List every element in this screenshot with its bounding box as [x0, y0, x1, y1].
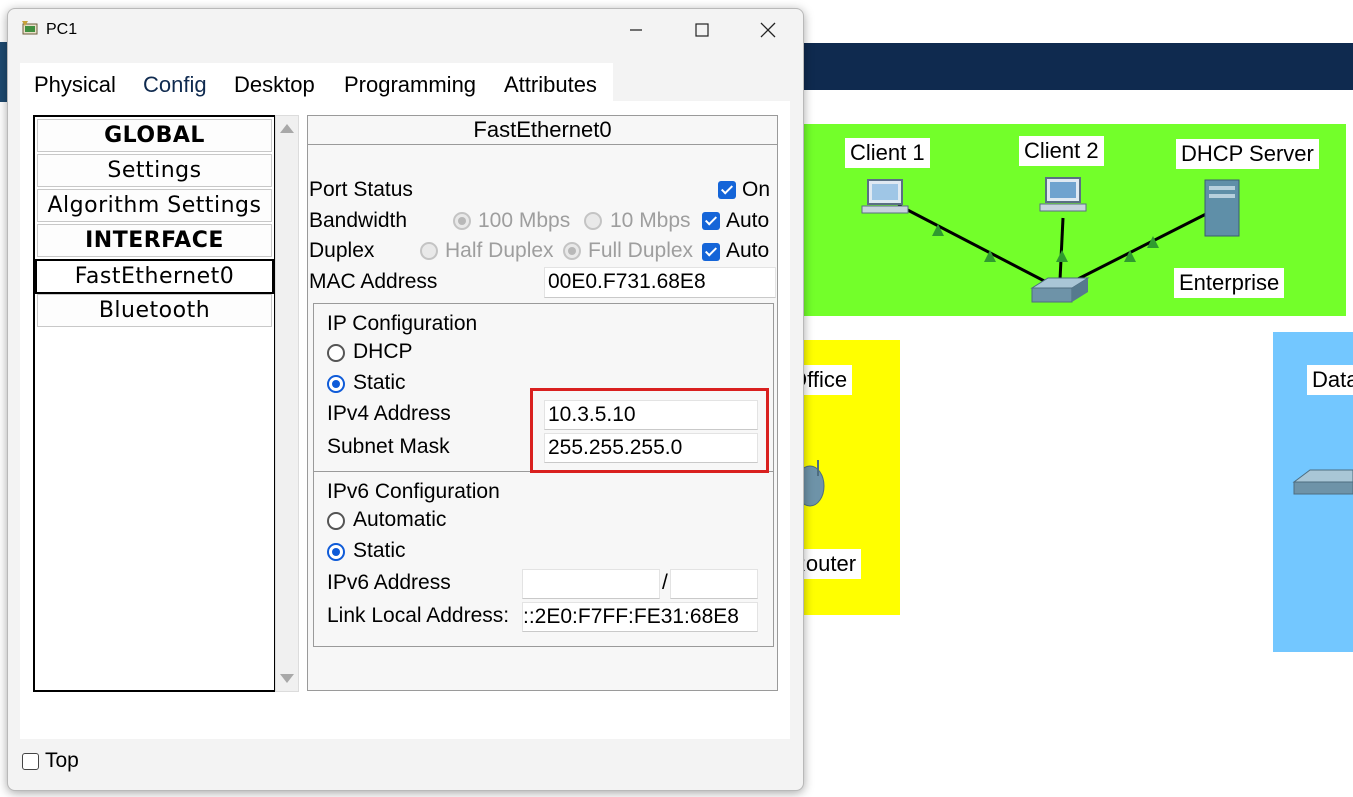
- port-on-checkbox[interactable]: [718, 181, 736, 199]
- bandwidth-10-label: 10 Mbps: [610, 209, 691, 232]
- menu-item-fastethernet0[interactable]: FastEthernet0: [35, 259, 274, 294]
- ipv6-config-title: IPv6 Configuration: [327, 480, 500, 503]
- pc-app-icon: [22, 21, 38, 35]
- dhcp-label: DHCP: [353, 340, 413, 363]
- interface-title: FastEthernet0: [308, 116, 777, 145]
- full-duplex-radio[interactable]: [563, 242, 581, 260]
- pc1-window: PC1 Physical Config Desktop Programming …: [7, 8, 804, 791]
- pc-icon[interactable]: [861, 179, 909, 214]
- ipv4-static-label: Static: [353, 371, 406, 394]
- maximize-button[interactable]: [679, 15, 725, 45]
- menu-scrollbar[interactable]: [275, 115, 299, 692]
- full-duplex-label: Full Duplex: [588, 239, 694, 262]
- minimize-icon: [630, 29, 642, 31]
- link-client1-switch: [897, 203, 1053, 287]
- bandwidth-100-label: 100 Mbps: [478, 209, 571, 232]
- title-bar[interactable]: PC1: [8, 9, 803, 51]
- config-menu: GLOBAL Settings Algorithm Settings INTER…: [33, 115, 276, 692]
- menu-item-settings[interactable]: Settings: [37, 154, 272, 187]
- switch-icon[interactable]: [1030, 277, 1090, 303]
- duplex-label: Duplex: [309, 239, 375, 262]
- link-local-label: Link Local Address:: [327, 604, 510, 627]
- tab-programming[interactable]: Programming: [344, 70, 476, 100]
- tab-physical[interactable]: Physical: [34, 70, 116, 100]
- link-local-field[interactable]: ::2E0:F7FF:FE31:68E8: [522, 602, 758, 632]
- mac-address-label: MAC Address: [309, 270, 438, 293]
- tab-config[interactable]: Config: [143, 70, 207, 100]
- switch-icon[interactable]: [1292, 469, 1353, 495]
- ip-config-title: IP Configuration: [327, 312, 478, 335]
- ipv6-automatic-label: Automatic: [353, 508, 447, 531]
- ipv6-prefix-field[interactable]: [670, 569, 758, 599]
- dhcp-radio[interactable]: [327, 344, 345, 362]
- config-content: GLOBAL Settings Algorithm Settings INTER…: [20, 101, 790, 739]
- ipv4-highlight-box: [530, 388, 769, 473]
- ipv6-configuration-group: IPv6 Configuration Automatic Static IPv6…: [313, 471, 774, 647]
- mac-address-field[interactable]: 00E0.F731.68E8: [544, 267, 776, 298]
- ipv4-address-label: IPv4 Address: [327, 402, 451, 425]
- port-on-label: On: [742, 178, 771, 201]
- ipv6-static-label: Static: [353, 539, 406, 562]
- top-label: Top: [45, 749, 79, 772]
- menu-header-global: GLOBAL: [37, 119, 272, 152]
- bandwidth-auto-label: Auto: [726, 209, 770, 232]
- bandwidth-label: Bandwidth: [309, 209, 408, 232]
- scroll-up-icon[interactable]: [280, 124, 294, 133]
- data-label: Data: [1307, 365, 1353, 395]
- half-duplex-radio[interactable]: [420, 242, 438, 260]
- bandwidth-100-radio[interactable]: [453, 212, 471, 230]
- duplex-auto-label: Auto: [726, 239, 770, 262]
- link-client2-switch: [1058, 217, 1065, 281]
- minimize-button[interactable]: [613, 15, 659, 45]
- maximize-icon: [695, 23, 709, 37]
- ipv6-automatic-radio[interactable]: [327, 512, 345, 530]
- menu-header-interface: INTERFACE: [37, 224, 272, 257]
- client2-label: Client 2: [1019, 136, 1104, 166]
- prefix-separator: /: [662, 571, 668, 594]
- close-button[interactable]: [745, 15, 791, 45]
- subnet-mask-label: Subnet Mask: [327, 435, 450, 458]
- link-status-icon: [932, 224, 944, 236]
- ipv6-address-field[interactable]: [522, 569, 660, 599]
- menu-item-bluetooth[interactable]: Bluetooth: [37, 294, 272, 327]
- ipv4-static-radio[interactable]: [327, 375, 345, 393]
- tab-attributes[interactable]: Attributes: [504, 70, 597, 100]
- window-title: PC1: [46, 21, 78, 38]
- bandwidth-auto-checkbox[interactable]: [702, 212, 720, 230]
- ipv6-static-radio[interactable]: [327, 543, 345, 561]
- dhcp-server-label: DHCP Server: [1176, 139, 1319, 169]
- menu-item-algorithm-settings[interactable]: Algorithm Settings: [37, 189, 272, 222]
- bandwidth-10-radio[interactable]: [584, 212, 602, 230]
- tab-desktop[interactable]: Desktop: [234, 70, 315, 100]
- scroll-down-icon[interactable]: [280, 674, 294, 683]
- close-icon: [760, 22, 776, 38]
- enterprise-label: Enterprise: [1174, 268, 1285, 298]
- pc-icon[interactable]: [1039, 177, 1087, 212]
- interface-panel: FastEthernet0 Port Status On Bandwidth 1…: [307, 115, 778, 691]
- top-checkbox[interactable]: [22, 753, 39, 770]
- port-status-label: Port Status: [309, 178, 413, 201]
- ipv6-address-label: IPv6 Address: [327, 571, 451, 594]
- duplex-auto-checkbox[interactable]: [702, 243, 720, 261]
- link-status-icon: [1056, 250, 1068, 262]
- client1-label: Client 1: [845, 138, 930, 168]
- half-duplex-label: Half Duplex: [445, 239, 554, 262]
- server-icon[interactable]: [1204, 179, 1240, 237]
